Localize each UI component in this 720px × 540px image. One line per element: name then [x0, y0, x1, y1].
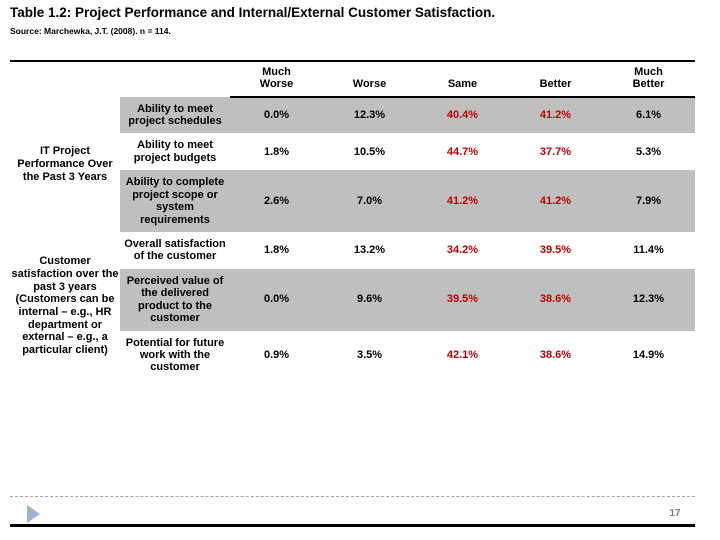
- cell-value: 39.5%: [509, 232, 602, 269]
- performance-satisfaction-table: Much Worse Worse Same Better Much Better…: [10, 60, 695, 380]
- row-group-label: Customer satisfaction over the past 3 ye…: [10, 232, 120, 380]
- header-much-worse-line2: Worse: [259, 78, 294, 91]
- cell-value: 3.5%: [323, 330, 416, 380]
- cell-value: 1.8%: [230, 133, 323, 171]
- header-group-blank: [10, 60, 120, 97]
- cell-value: 38.6%: [509, 268, 602, 331]
- cell-value: 13.2%: [323, 232, 416, 269]
- header-much-better-line1: Much: [634, 66, 663, 78]
- row-item-label: Perceived value of the delivered product…: [120, 268, 230, 331]
- cell-value: 10.5%: [323, 133, 416, 171]
- table-head: Much Worse Worse Same Better Much Better: [10, 60, 695, 98]
- header-much-worse-line1: Much: [262, 66, 291, 78]
- cell-value: 12.3%: [602, 268, 695, 331]
- header-same: Same: [416, 60, 509, 98]
- page-title: Table 1.2: Project Performance and Inter…: [10, 5, 496, 20]
- row-item-label: Ability to meet project budgets: [120, 133, 230, 171]
- cell-value: 37.7%: [509, 133, 602, 171]
- page-number: 17: [669, 508, 681, 519]
- row-group-label: IT Project Performance Over the Past 3 Y…: [10, 96, 120, 232]
- cell-value: 34.2%: [416, 232, 509, 269]
- cell-value: 0.0%: [230, 268, 323, 331]
- row-item-label: Potential for future work with the custo…: [120, 330, 230, 380]
- footer-rule: [10, 524, 695, 527]
- header-much-better-line2: Better: [632, 78, 665, 91]
- cell-value: 9.6%: [323, 268, 416, 331]
- header-item-blank: [120, 60, 230, 97]
- table-body: IT Project Performance Over the Past 3 Y…: [10, 96, 695, 380]
- cell-value: 7.9%: [602, 170, 695, 232]
- cell-value: 40.4%: [416, 96, 509, 134]
- cell-value: 38.6%: [509, 330, 602, 380]
- cell-value: 42.1%: [416, 330, 509, 380]
- row-item-label: Ability to complete project scope or sys…: [120, 170, 230, 232]
- cell-value: 41.2%: [509, 170, 602, 232]
- cell-value: 2.6%: [230, 170, 323, 232]
- table-header-row: Much Worse Worse Same Better Much Better: [10, 60, 695, 98]
- header-worse: Worse: [323, 60, 416, 98]
- cell-value: 11.4%: [602, 232, 695, 269]
- row-item-label: Ability to meet project schedules: [120, 96, 230, 134]
- header-much-better: Much Better: [602, 60, 695, 98]
- slide: Table 1.2: Project Performance and Inter…: [0, 0, 720, 540]
- cell-value: 1.8%: [230, 232, 323, 269]
- cell-value: 41.2%: [416, 170, 509, 232]
- source-citation: Source: Marchewka, J.T. (2008). n = 114.: [10, 26, 171, 36]
- table-row: IT Project Performance Over the Past 3 Y…: [10, 96, 695, 232]
- cell-value: 6.1%: [602, 96, 695, 134]
- header-much-worse: Much Worse: [230, 60, 323, 98]
- header-better: Better: [509, 60, 602, 98]
- cell-value: 5.3%: [602, 133, 695, 171]
- table-row: Customer satisfaction over the past 3 ye…: [10, 232, 695, 380]
- cell-value: 7.0%: [323, 170, 416, 232]
- cell-value: 44.7%: [416, 133, 509, 171]
- row-item-label: Overall satisfaction of the customer: [120, 232, 230, 269]
- cell-value: 0.9%: [230, 330, 323, 380]
- footer-dashed-divider: [10, 496, 695, 497]
- table-container: Much Worse Worse Same Better Much Better…: [10, 60, 695, 380]
- play-triangle-icon[interactable]: [27, 505, 40, 523]
- cell-value: 39.5%: [416, 268, 509, 331]
- cell-value: 0.0%: [230, 96, 323, 134]
- cell-value: 12.3%: [323, 96, 416, 134]
- cell-value: 14.9%: [602, 330, 695, 380]
- cell-value: 41.2%: [509, 96, 602, 134]
